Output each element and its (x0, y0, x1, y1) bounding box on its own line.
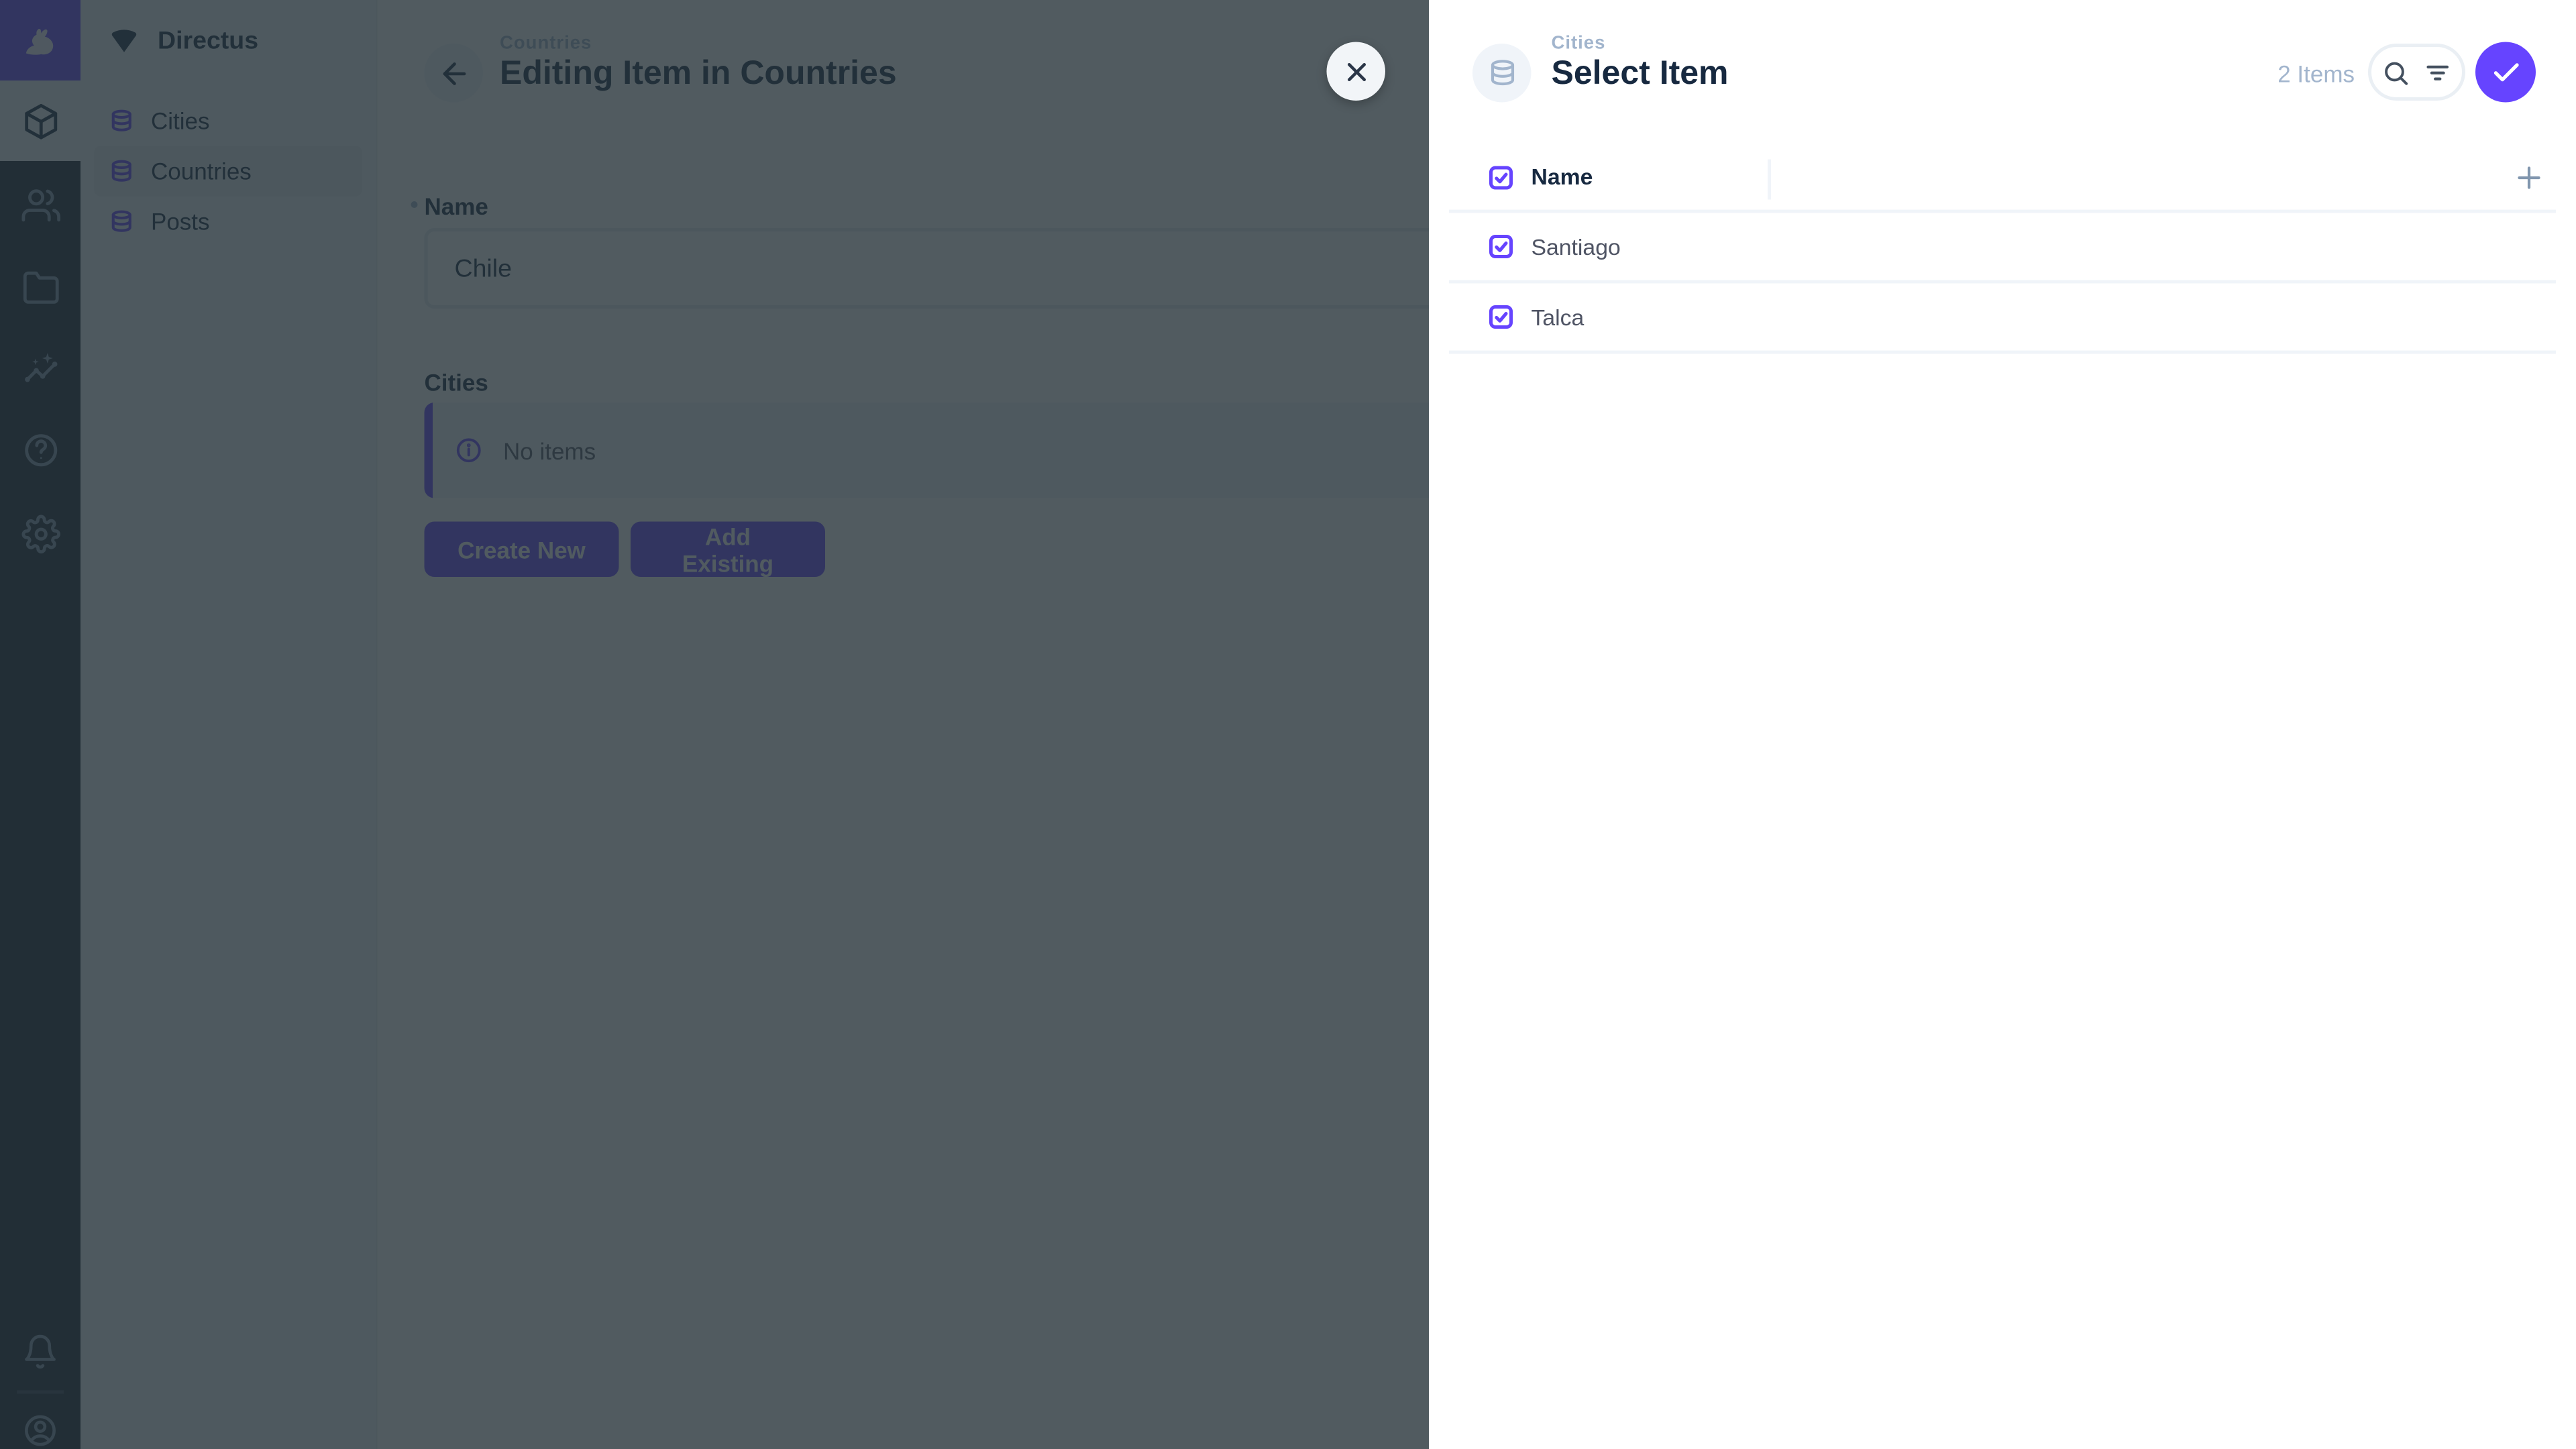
row-checkbox-checked[interactable] (1488, 233, 1515, 260)
confirm-selection-button[interactable] (2475, 42, 2536, 103)
drawer-collection-label: Cities (1552, 34, 1606, 54)
app-window: Directus Cities Countries Posts (0, 0, 2576, 1449)
close-icon (1341, 56, 1371, 87)
column-header-name[interactable]: Name (1532, 164, 1593, 190)
collection-icon-circle (1472, 44, 1532, 103)
table-row[interactable]: Talca (1449, 284, 2556, 354)
search-icon[interactable] (2381, 58, 2410, 87)
check-icon (2489, 56, 2522, 89)
select-item-drawer: Cities Select Item 2 Items (1429, 0, 2576, 1449)
row-name: Talca (1532, 305, 1585, 330)
select-all-checkbox[interactable] (1488, 164, 1515, 191)
filter-icon[interactable] (2424, 58, 2453, 87)
row-name: Santiago (1532, 234, 1621, 260)
item-count: 2 Items (2277, 60, 2355, 87)
database-icon (1487, 58, 1517, 88)
table-row[interactable]: Santiago (1449, 213, 2556, 284)
plus-icon[interactable] (2512, 161, 2546, 195)
close-drawer-button[interactable] (1327, 42, 1386, 101)
drawer-title: Select Item (1552, 56, 1729, 95)
search-filter-pill (2368, 44, 2465, 101)
table-header-row: Name (1449, 144, 2556, 213)
drawer-header: Cities Select Item 2 Items (1429, 0, 2576, 131)
row-checkbox-checked[interactable] (1488, 304, 1515, 331)
column-resize-divider[interactable] (1768, 160, 1771, 200)
